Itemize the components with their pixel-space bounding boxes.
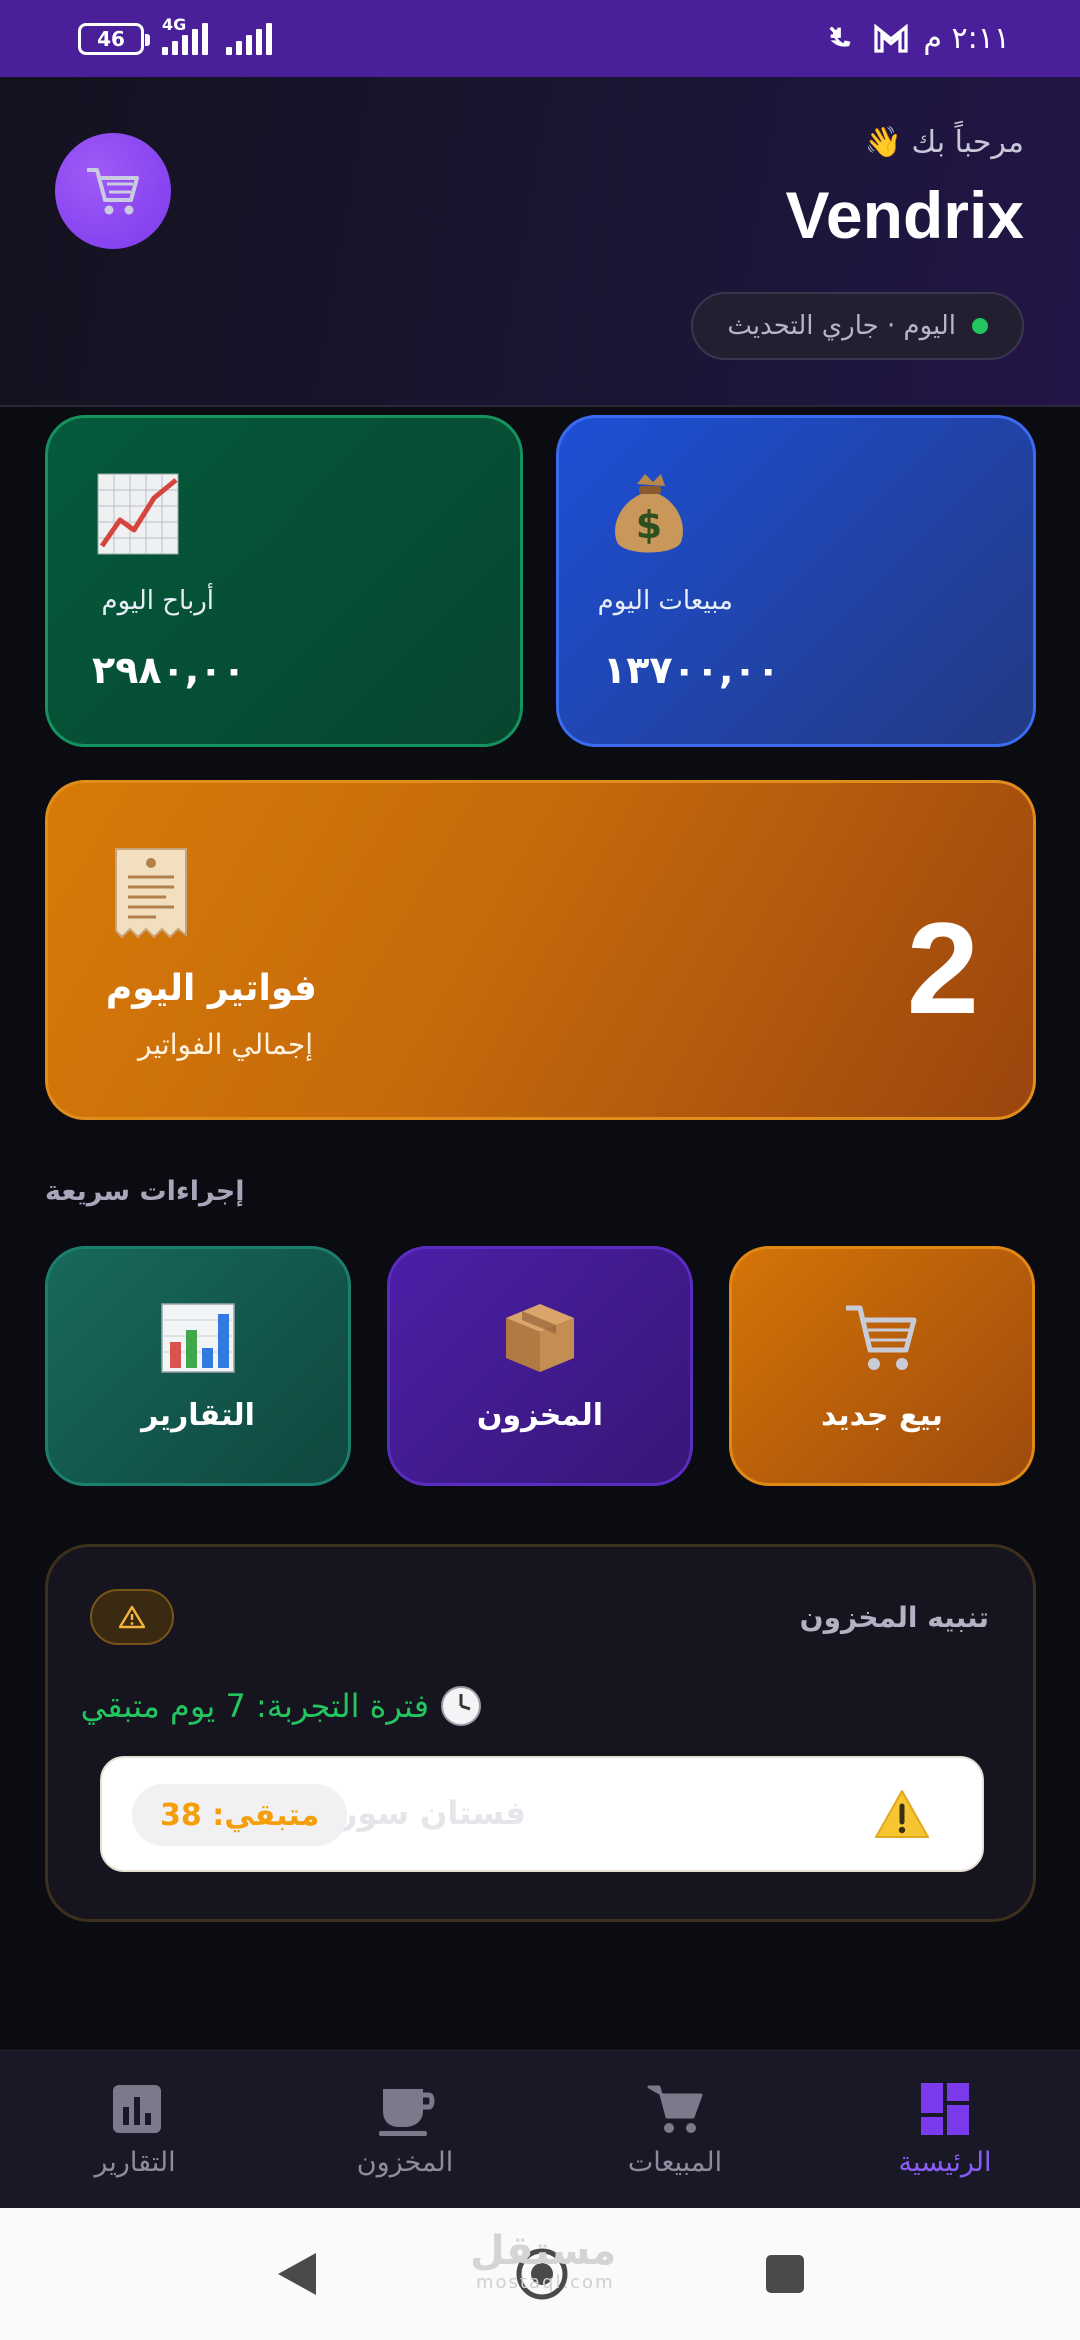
live-dot-icon [972,318,988,334]
nav-sales-label: المبيعات [627,2147,723,2178]
app-header: مرحباً بك 👋 Vendrix اليوم · جاري التحديث [0,77,1080,407]
remaining-badge: متبقي: 38 [132,1784,348,1846]
clock-icon [441,1686,481,1726]
update-status-text: اليوم · جاري التحديث [727,311,956,341]
dashboard-icon [921,2083,969,2135]
invoices-card[interactable]: فواتير اليوم إجمالي الفواتير 2 [45,780,1036,1120]
reports-action-button[interactable]: التقارير [45,1246,351,1486]
battery-icon: 46 [78,22,150,55]
remaining-text: متبقي: 38 [160,1797,320,1833]
gmail-icon [874,23,909,53]
inventory-action-label: المخزون [476,1397,604,1433]
greeting-text: مرحباً بك 👋 [864,125,1024,160]
inventory-icon [379,2089,435,2136]
warning-icon [875,1790,929,1838]
profit-card[interactable]: أرباح اليوم ٢٩٨٠,٠٠ [45,415,523,747]
app-name: Vendrix [785,178,1024,252]
svg-text:$: $ [636,503,662,547]
invoices-count: 2 [906,895,979,1041]
nav-sales[interactable]: المبيعات [540,2051,810,2208]
nav-home-label: الرئيسية [898,2147,992,2178]
invoices-subtitle: إجمالي الفواتير [138,1028,313,1061]
reports-action-label: التقارير [141,1397,255,1433]
receipt-icon [115,848,187,939]
recents-icon[interactable] [764,2253,806,2295]
signal-icon [226,22,272,55]
package-icon [506,1303,574,1372]
status-right: ٢:١١ م [825,21,1010,56]
status-bar: 46 4G ٢:١١ م [0,0,1080,77]
cart-icon [846,1305,917,1370]
cart-avatar-button[interactable] [55,133,171,249]
watermark-url: mostaql.com [476,2272,615,2293]
invoices-title: فواتير اليوم [105,968,317,1009]
nav-reports-label: التقارير [94,2147,176,2178]
status-left: 46 4G [78,15,272,55]
cart-icon [87,168,139,215]
signal-4g-icon: 4G [162,15,208,55]
bottom-navigation: التقارير المخزون المبيعات الرئيسية [0,2050,1080,2208]
reports-icon [113,2085,161,2133]
new-sale-action-label: بيع جديد [821,1397,943,1433]
trial-period-text: فترة التجربة: 7 يوم متبقي [80,1687,429,1725]
new-sale-action-button[interactable]: بيع جديد [729,1246,1035,1486]
shopping-cart-icon [647,2085,703,2133]
back-icon[interactable] [274,2249,320,2299]
chart-increasing-icon [97,473,179,555]
update-status-pill: اليوم · جاري التحديث [691,292,1024,360]
money-bag-icon: $ [615,474,683,553]
profit-value: ٢٩٨٠,٠٠ [92,648,246,692]
sales-label: مبيعات اليوم [597,586,733,616]
nav-inventory[interactable]: المخزون [270,2051,540,2208]
warning-badge[interactable] [90,1589,174,1645]
battery-level: 46 [97,26,125,51]
watermark-logo: مستقل [470,2228,617,2274]
inventory-alert-card: تنبيه المخزون فترة التجربة: 7 يوم متبقي … [45,1544,1036,1922]
quick-actions-title: إجراءات سريعة [45,1176,245,1207]
clock-time: ٢:١١ م [923,21,1010,56]
nav-reports[interactable]: التقارير [0,2051,270,2208]
sales-value: ١٣٧٠٠,٠٠ [603,648,780,692]
warning-icon [119,1605,145,1629]
profit-label: أرباح اليوم [101,586,214,616]
bar-chart-icon [161,1302,235,1373]
low-stock-item[interactable]: فستان سورية متبقي: 38 [100,1756,984,1872]
inventory-action-button[interactable]: المخزون [387,1246,693,1486]
nav-inventory-label: المخزون [356,2147,454,2178]
nav-home[interactable]: الرئيسية [810,2051,1080,2208]
sales-card[interactable]: $ مبيعات اليوم ١٣٧٠٠,٠٠ [556,415,1036,747]
missed-call-icon [829,25,851,47]
network-type: 4G [162,14,187,34]
inventory-alert-title: تنبيه المخزون [799,1601,989,1634]
